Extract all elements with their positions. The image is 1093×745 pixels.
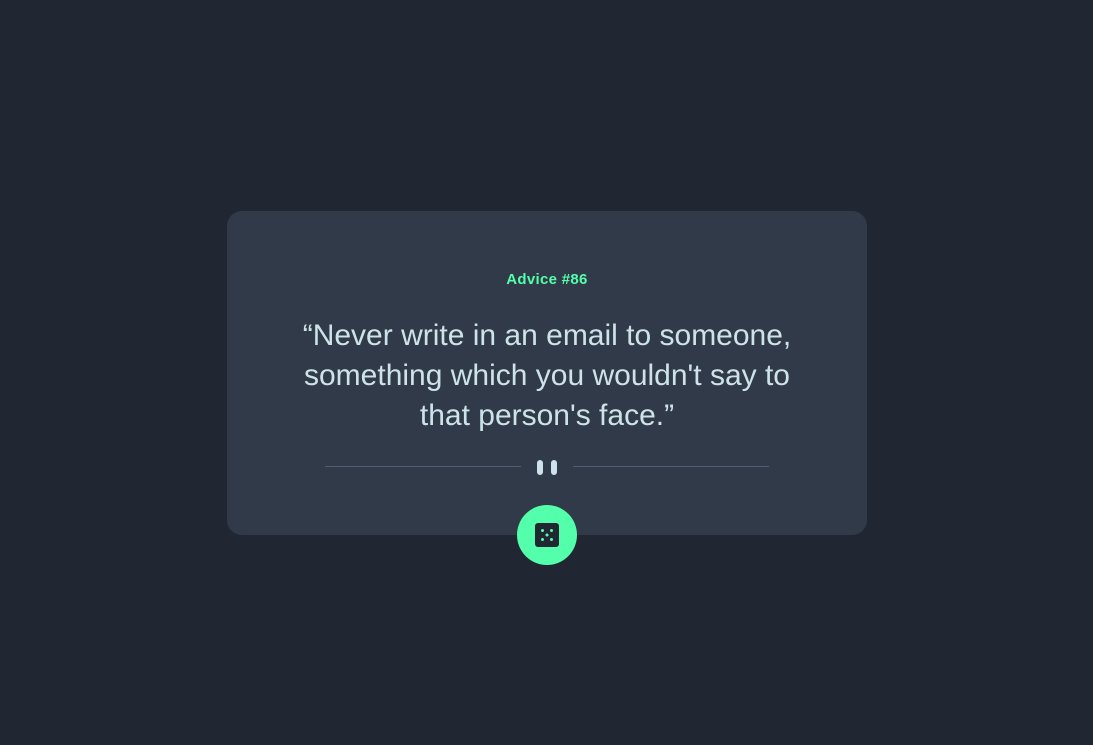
pattern-divider <box>325 457 769 477</box>
page: Advice #86 “Never write in an email to s… <box>0 0 1093 745</box>
advice-card: Advice #86 “Never write in an email to s… <box>227 211 867 535</box>
divider-line-left <box>325 466 521 467</box>
advice-quote: “Never write in an email to someone, som… <box>302 319 792 432</box>
advice-number: Advice #86 <box>506 271 588 288</box>
generate-advice-button[interactable] <box>517 505 577 565</box>
pause-icon <box>537 460 557 475</box>
dice-icon <box>535 523 559 547</box>
divider-line-right <box>573 466 769 467</box>
